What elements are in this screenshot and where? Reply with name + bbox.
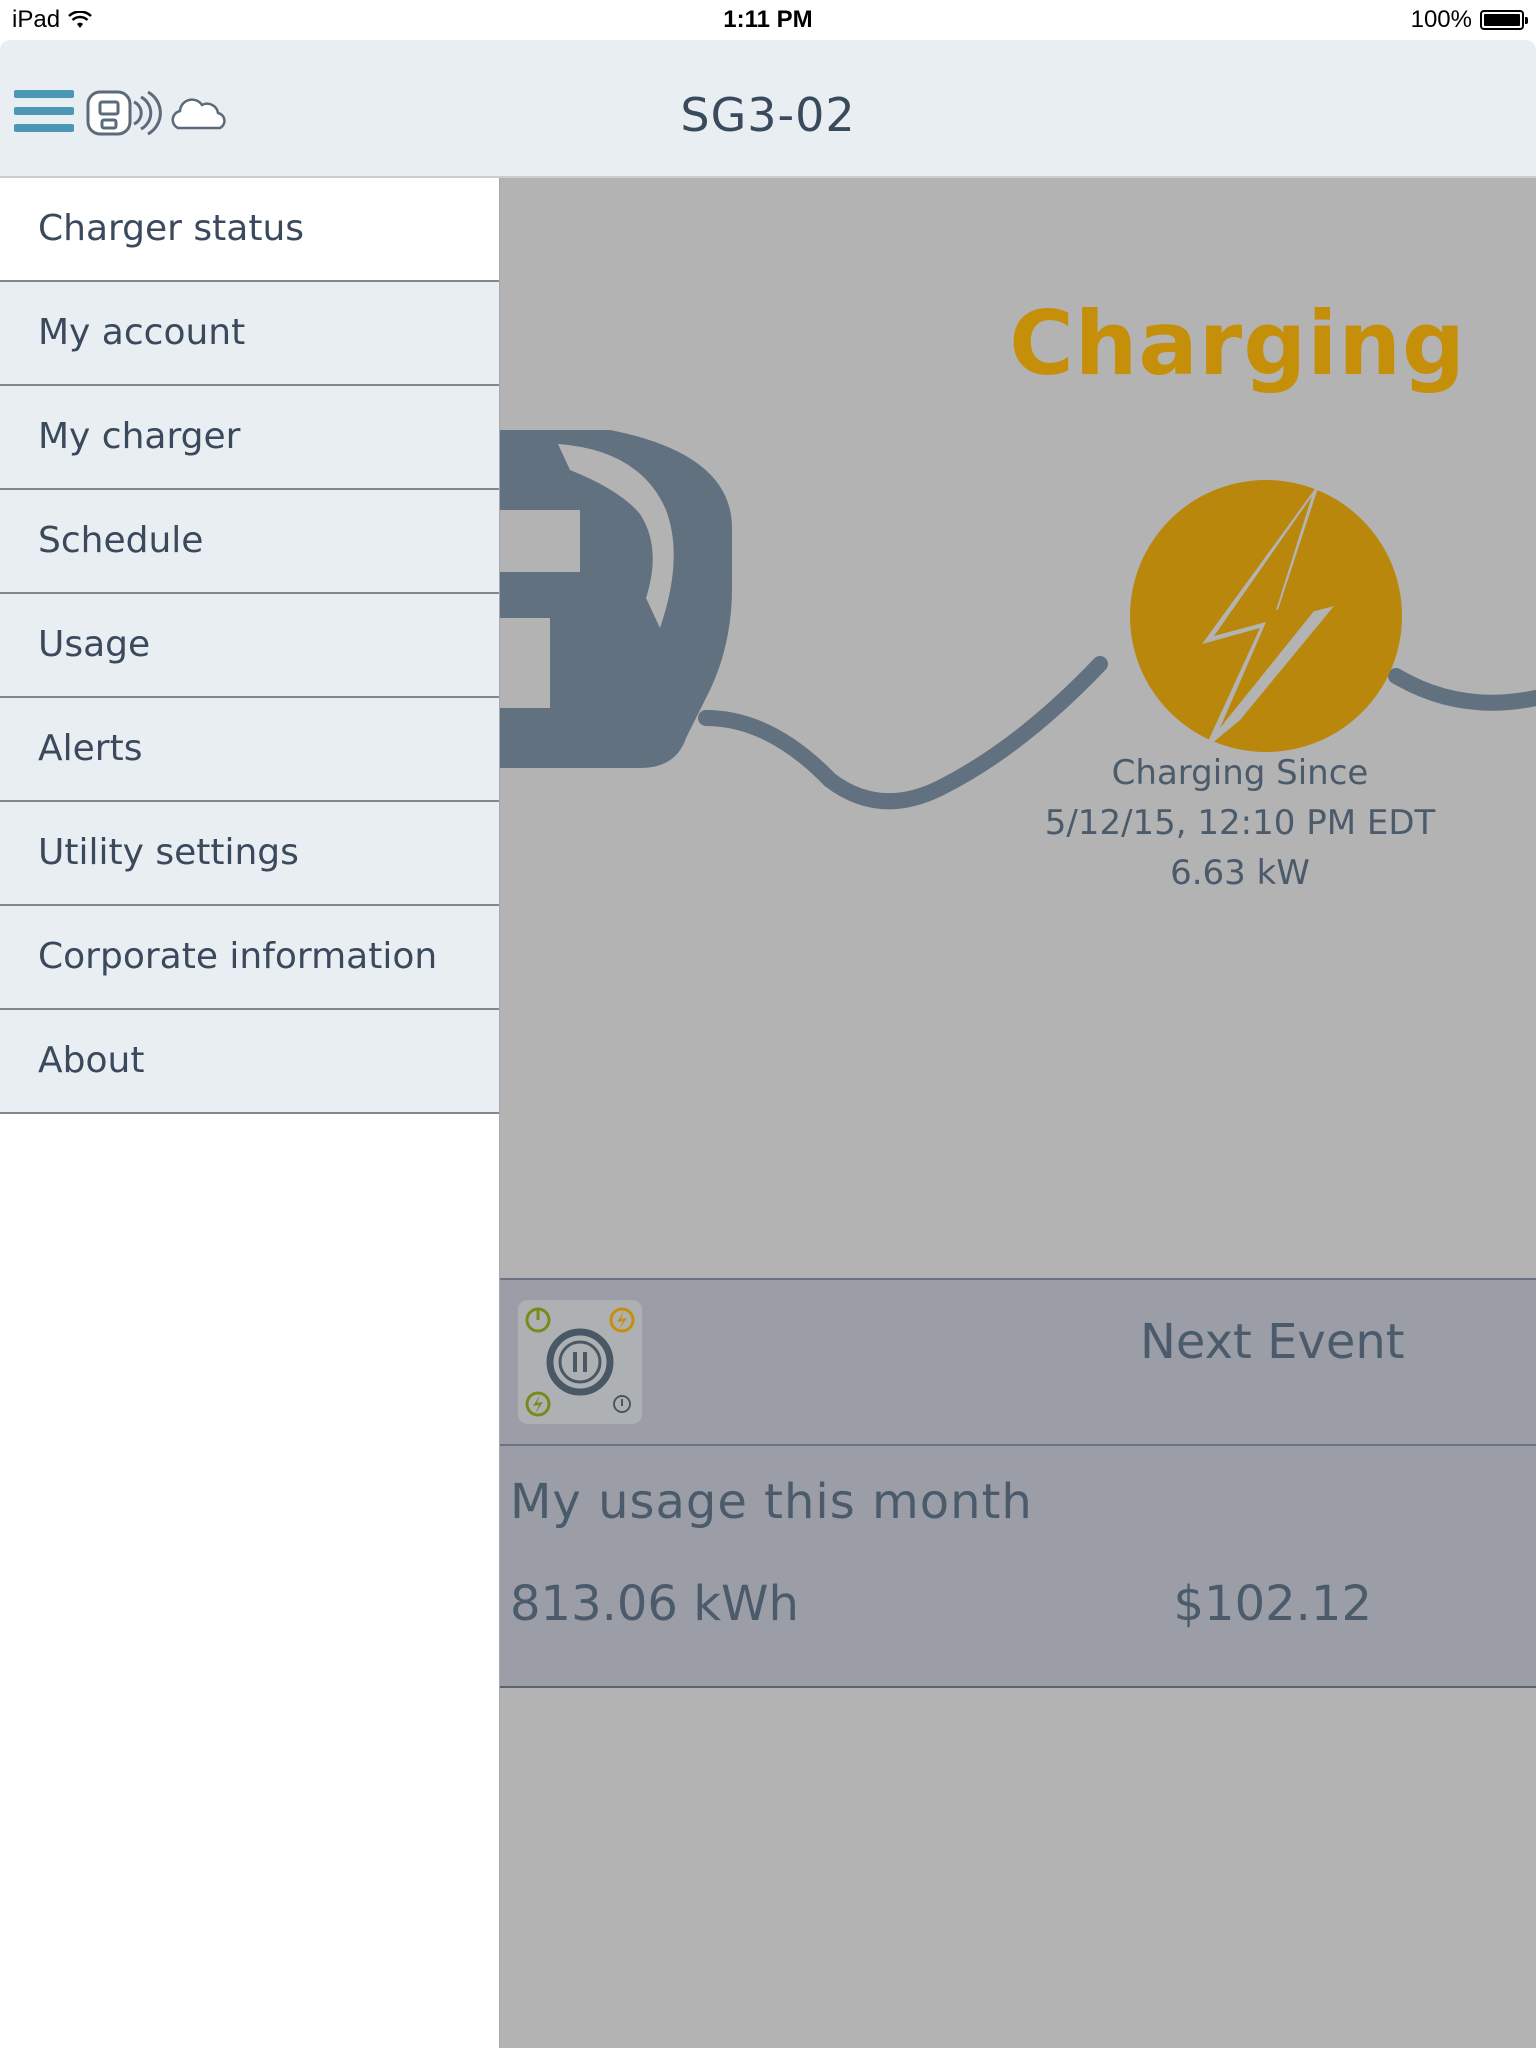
next-event-bar: Next Event: [500, 1278, 1536, 1446]
charger-status-view: Charging Charging Since 5/12/15, 12:10 P…: [500, 178, 1536, 2048]
navigation-bar: SG3-02: [0, 40, 1536, 178]
menu-item-my-charger[interactable]: My charger: [0, 386, 499, 490]
menu-item-my-account[interactable]: My account: [0, 282, 499, 386]
status-bar: iPad 1:11 PM 100%: [0, 0, 1536, 40]
usage-cost: $102.12: [1173, 1576, 1373, 1632]
menu-item-alerts[interactable]: Alerts: [0, 698, 499, 802]
lightning-bolt-icon: [1130, 480, 1402, 752]
charging-status-title: Charging: [1009, 292, 1466, 395]
usage-summary[interactable]: My usage this month 813.06 kWh $102.12: [500, 1446, 1536, 1688]
charging-since-label: Charging Since: [1111, 753, 1369, 793]
menu-item-schedule[interactable]: Schedule: [0, 490, 499, 594]
usage-title: My usage this month: [510, 1474, 1033, 1530]
page-title: SG3-02: [680, 88, 856, 142]
next-event-label: Next Event: [1140, 1314, 1405, 1370]
menu-item-about[interactable]: About: [0, 1010, 499, 1114]
menu-item-utility-settings[interactable]: Utility settings: [0, 802, 499, 906]
charging-details: Charging Since 5/12/15, 12:10 PM EDT 6.6…: [1040, 748, 1440, 898]
pause-control-icon[interactable]: [518, 1300, 642, 1424]
usage-energy: 813.06 kWh: [510, 1576, 799, 1632]
status-bar-right: 100%: [1410, 6, 1528, 34]
side-menu: Charger status My account My charger Sch…: [0, 178, 500, 2048]
menu-item-corporate-information[interactable]: Corporate information: [0, 906, 499, 1010]
battery-icon: [1480, 10, 1528, 30]
menu-item-charger-status[interactable]: Charger status: [0, 178, 499, 282]
battery-percent: 100%: [1410, 6, 1472, 33]
charging-since-value: 5/12/15, 12:10 PM EDT: [1044, 803, 1436, 843]
clock: 1:11 PM: [723, 6, 813, 33]
charging-power: 6.63 kW: [1170, 853, 1310, 893]
menu-item-usage[interactable]: Usage: [0, 594, 499, 698]
